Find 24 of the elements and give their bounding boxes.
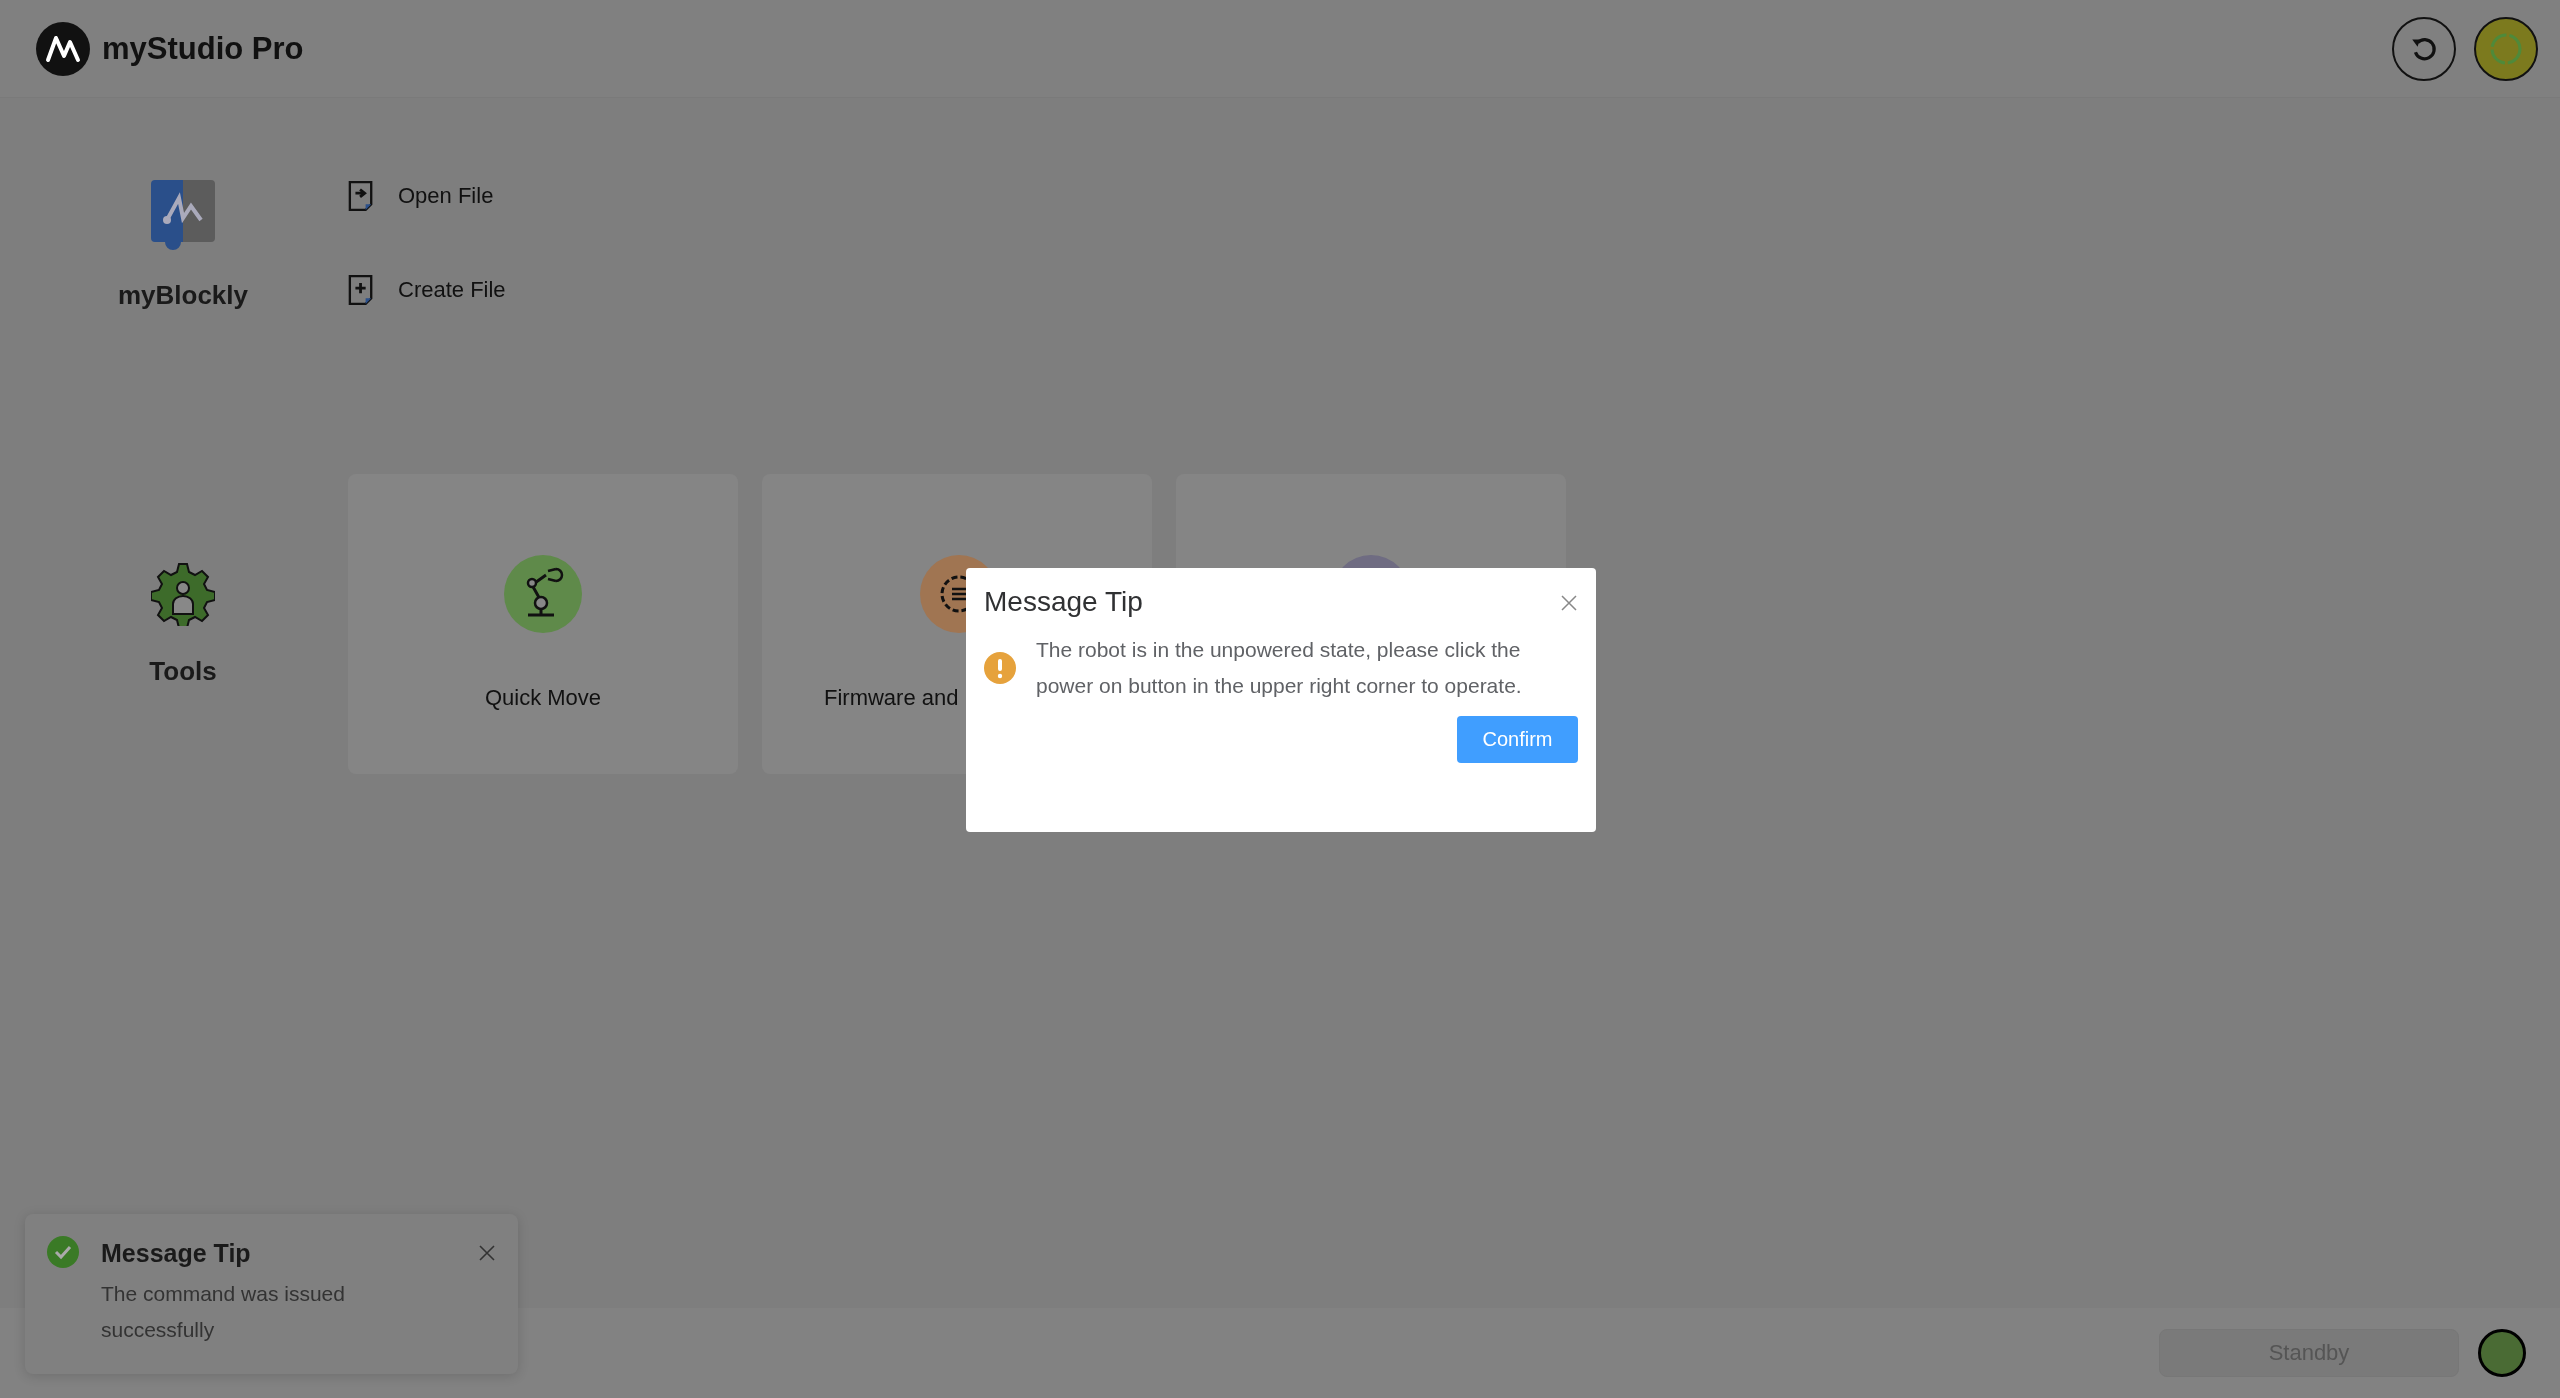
toast-title: Message Tip [101,1238,252,1269]
toast-message: The command was issued successfully [101,1281,346,1343]
open-file-link[interactable]: Open File [348,180,506,212]
close-button[interactable] [478,1244,496,1262]
tool-card[interactable]: Quick Move [348,474,738,774]
section-label: myBlockly [117,280,249,311]
card-label: Firmware and [824,685,959,711]
card-label: Quick Move [484,685,602,711]
gear-person-icon [151,561,215,626]
create-file-link[interactable]: Create File [348,274,506,306]
confirm-button[interactable]: Confirm [1457,716,1578,763]
new-file-icon [348,274,374,306]
success-icon [47,1236,79,1268]
status-indicator [2478,1329,2526,1377]
dialog-title: Message Tip [984,586,1143,618]
section-label: Tools [149,655,217,687]
open-file-icon [348,180,374,212]
close-icon [1561,595,1577,611]
close-icon [479,1245,495,1261]
blockly-icon [151,180,215,250]
close-button[interactable] [1560,594,1578,612]
logo-icon [36,21,90,76]
warning-icon [984,652,1016,684]
app-title: myStudio Pro [102,30,304,67]
